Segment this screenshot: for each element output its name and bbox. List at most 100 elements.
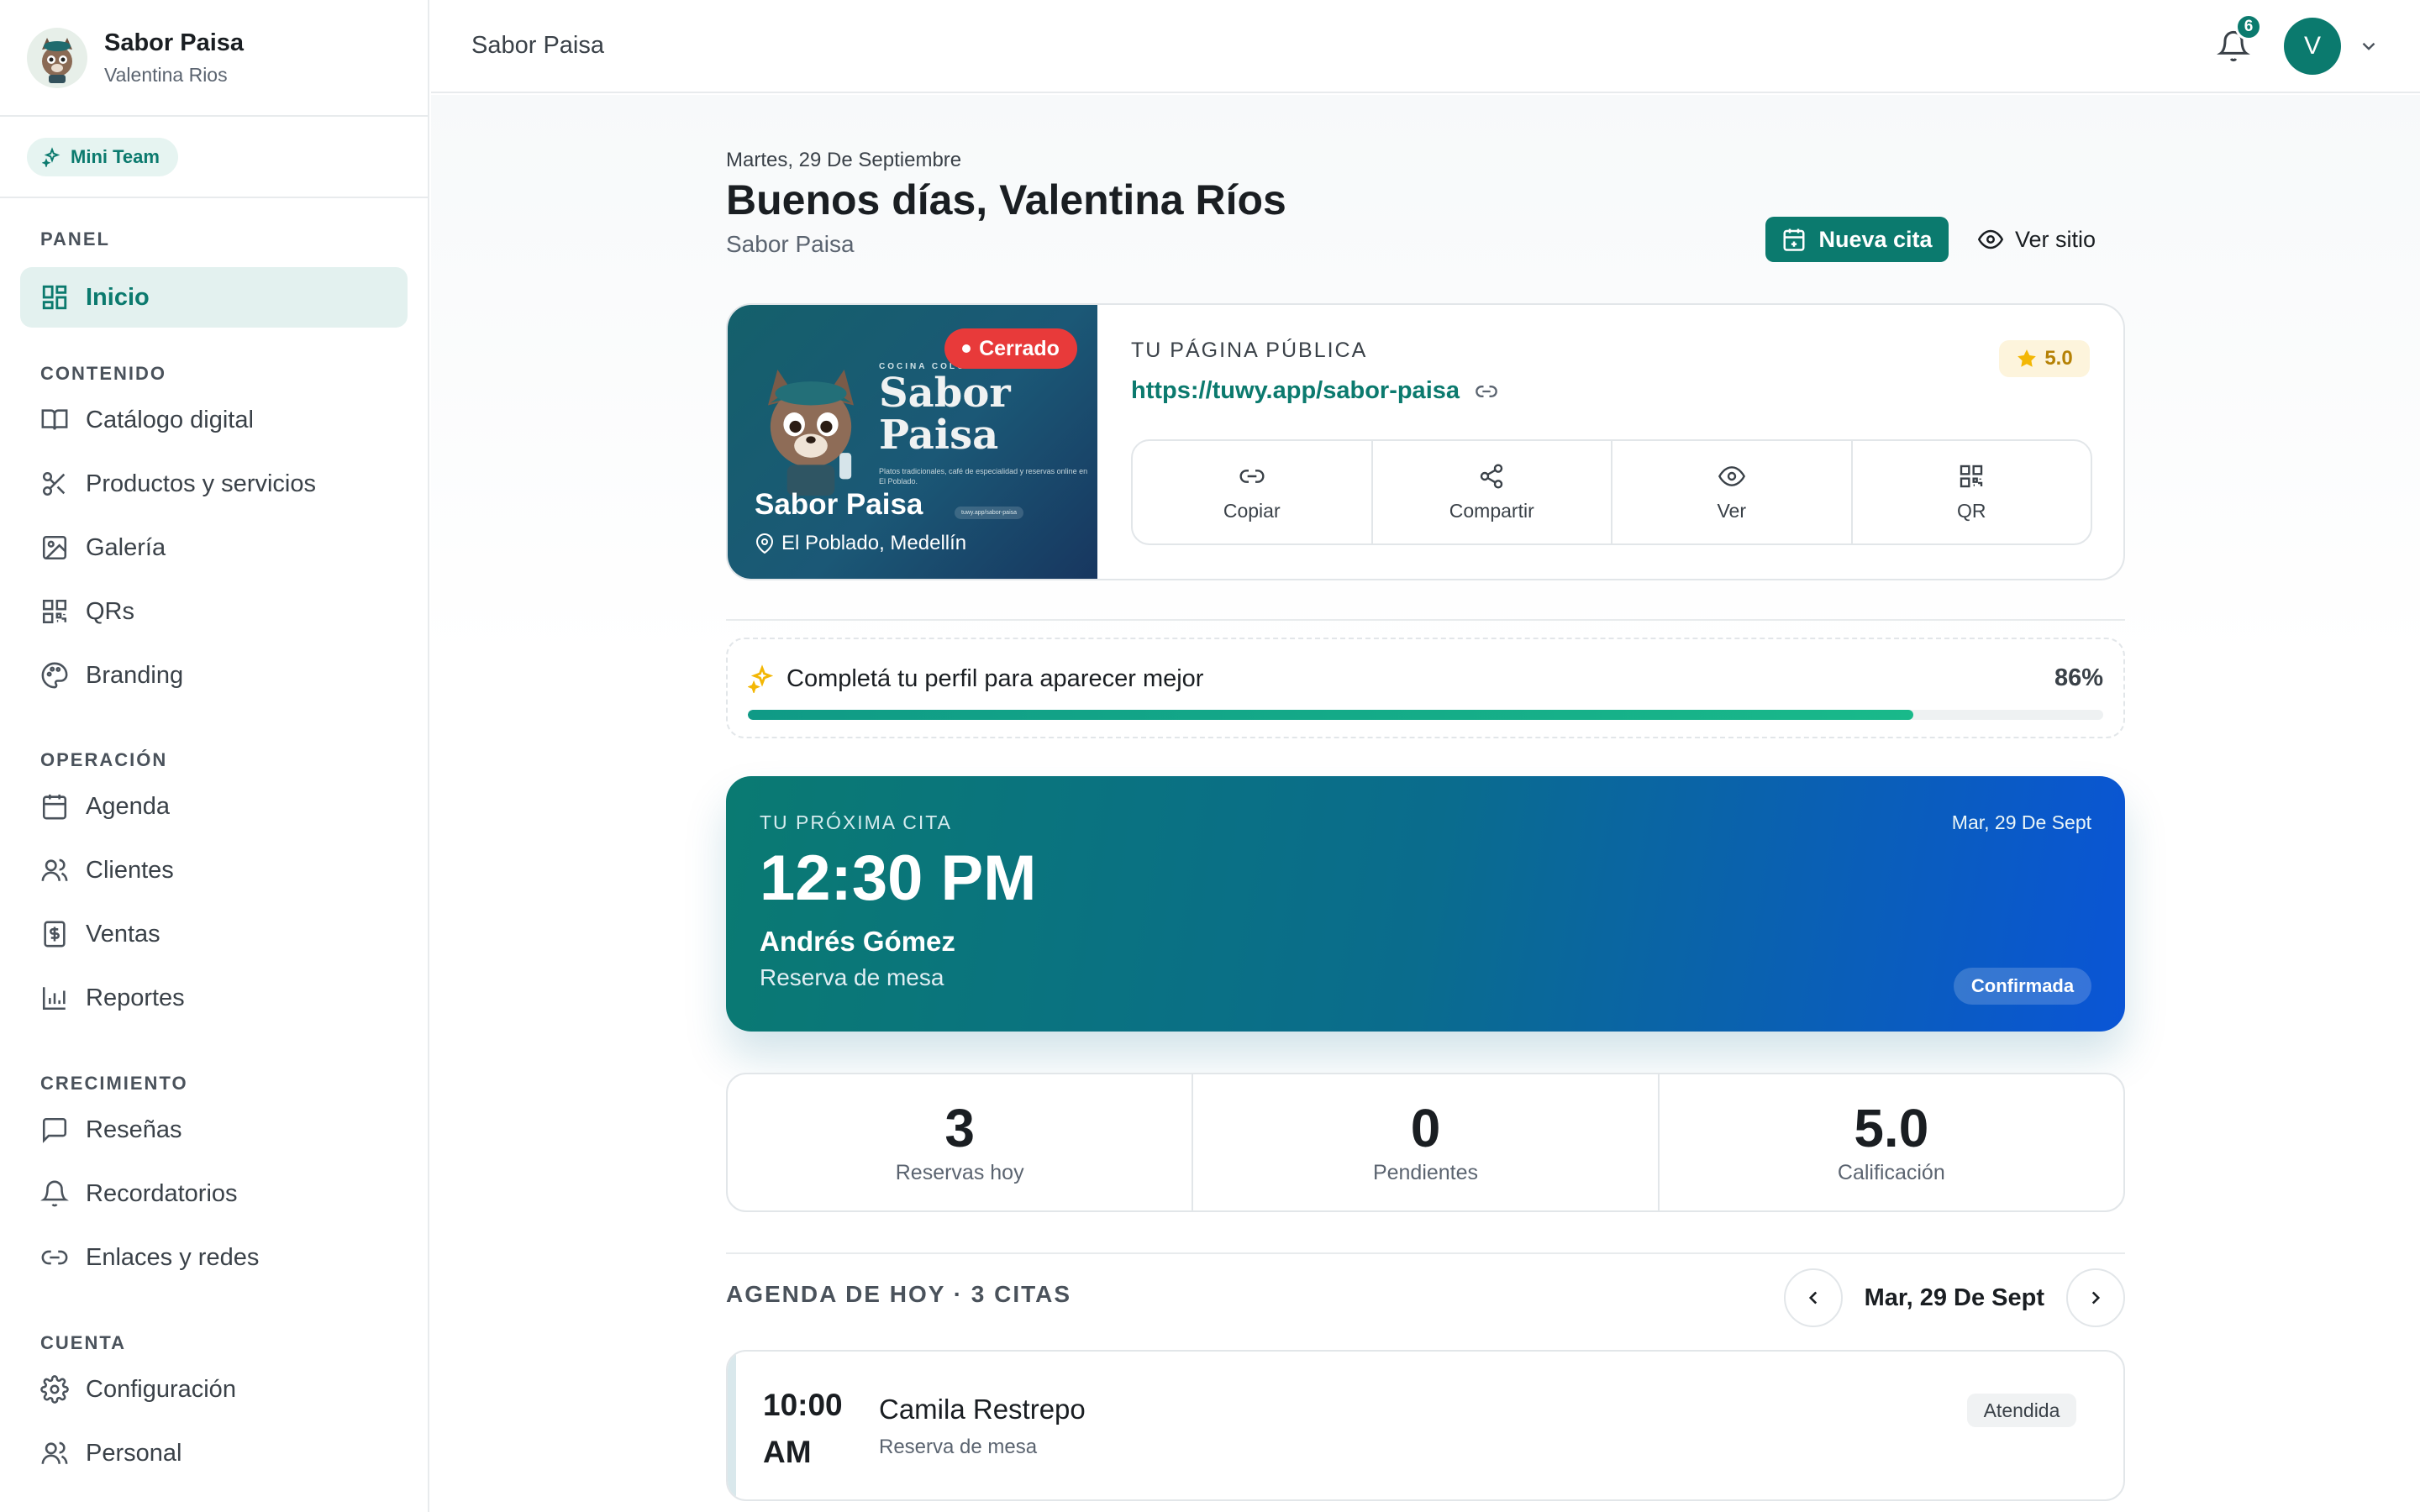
stat-pendientes: 0 Pendientes bbox=[1193, 1074, 1660, 1210]
sidebar-item-personal[interactable]: Personal bbox=[20, 1423, 408, 1483]
action-label: Copiar bbox=[1223, 499, 1281, 522]
image-icon bbox=[42, 535, 67, 560]
new-appointment-label: Nueva cita bbox=[1818, 226, 1933, 252]
appointment-item[interactable]: 10:00 AM Camila Restrepo Reserva de mesa… bbox=[726, 1350, 2125, 1501]
next-day-button[interactable] bbox=[2066, 1268, 2125, 1327]
agenda-heading: AGENDA DE HOY · 3 CITAS bbox=[726, 1281, 1072, 1307]
page-title: Sabor Paisa bbox=[471, 32, 604, 59]
brand-header[interactable]: Sabor Paisa Valentina Rios bbox=[0, 0, 428, 117]
agenda-date: Mar, 29 De Sept bbox=[1864, 1284, 2044, 1311]
profile-progress-percent: 86% bbox=[2054, 664, 2103, 691]
prev-day-button[interactable] bbox=[1783, 1268, 1843, 1327]
calendar-plus-icon bbox=[1783, 228, 1805, 251]
next-appointment-status-badge: Confirmada bbox=[1954, 968, 2091, 1005]
sidebar-item-label: Enlaces y redes bbox=[86, 1243, 260, 1271]
view-button[interactable]: Ver bbox=[1612, 441, 1853, 543]
appointment-time: 10:00 AM bbox=[763, 1388, 843, 1469]
profile-progress-fill bbox=[748, 710, 1914, 720]
sidebar-item-label: QRs bbox=[86, 597, 134, 625]
stats-summary: 3 Reservas hoy 0 Pendientes 5.0 Califica… bbox=[726, 1073, 2125, 1212]
user-avatar[interactable]: V bbox=[2284, 18, 2341, 75]
sidebar-item-ventas[interactable]: Ventas bbox=[20, 904, 408, 964]
qr-button[interactable]: QR bbox=[1853, 441, 2091, 543]
chevron-down-icon[interactable] bbox=[2358, 35, 2380, 57]
chevron-left-icon bbox=[1808, 1291, 1817, 1305]
appointment-status-bar bbox=[728, 1352, 736, 1499]
topbar: Sabor Paisa 6 V bbox=[431, 0, 2420, 93]
sidebar-item-enlaces[interactable]: Enlaces y redes bbox=[20, 1227, 408, 1288]
public-url-link[interactable]: https://tuwy.app/sabor-paisa bbox=[1131, 377, 1460, 405]
nav-section-panel: PANEL bbox=[40, 228, 110, 249]
scissors-icon bbox=[42, 471, 66, 496]
next-appointment-card[interactable]: TU PRÓXIMA CITA Mar, 29 De Sept 12:30 PM… bbox=[726, 776, 2125, 1032]
stat-calificacion: 5.0 Calificación bbox=[1660, 1074, 2123, 1210]
sidebar-item-inicio[interactable]: Inicio bbox=[20, 267, 408, 328]
sidebar-item-label: Recordatorios bbox=[86, 1179, 238, 1207]
notifications-button[interactable]: 6 bbox=[2210, 13, 2262, 76]
cover-location: El Poblado, Medellín bbox=[755, 532, 966, 555]
rating-value: 5.0 bbox=[2044, 347, 2073, 370]
new-appointment-button[interactable]: Nueva cita bbox=[1765, 217, 1949, 262]
sidebar: Sabor Paisa Valentina Rios Mini Team PAN… bbox=[0, 0, 429, 1512]
action-label: Compartir bbox=[1449, 499, 1534, 522]
nav-section-operacion: OPERACIÓN bbox=[40, 749, 168, 770]
link-icon[interactable] bbox=[1475, 380, 1498, 403]
gear-icon bbox=[40, 1375, 69, 1404]
nav-section-crecimiento: CRECIMIENTO bbox=[40, 1073, 188, 1094]
sidebar-item-label: Clientes bbox=[86, 856, 174, 884]
sidebar-item-resenas[interactable]: Reseñas bbox=[20, 1100, 408, 1160]
map-pin-icon bbox=[755, 533, 774, 554]
sidebar-item-label: Agenda bbox=[86, 792, 170, 820]
location-text: El Poblado, Medellín bbox=[781, 532, 967, 554]
nav-section-contenido: CONTENIDO bbox=[40, 363, 166, 384]
link-icon bbox=[41, 1250, 68, 1265]
section-divider bbox=[726, 1252, 2125, 1254]
stat-value: 5.0 bbox=[1854, 1097, 1929, 1158]
sidebar-item-clientes[interactable]: Clientes bbox=[20, 840, 408, 900]
next-appointment-client: Andrés Gómez bbox=[760, 926, 955, 957]
status-dot bbox=[962, 344, 971, 353]
appointment-service: Reserva de mesa bbox=[879, 1436, 1038, 1458]
sidebar-item-label: Configuración bbox=[86, 1375, 236, 1403]
appointment-client: Camila Restrepo bbox=[879, 1394, 1086, 1425]
sidebar-item-recordatorios[interactable]: Recordatorios bbox=[20, 1163, 408, 1224]
dollar-icon bbox=[44, 921, 66, 948]
next-appointment-time: 12:30 PM bbox=[760, 843, 1037, 914]
stat-label: Pendientes bbox=[1372, 1160, 1479, 1184]
sidebar-item-galeria[interactable]: Galería bbox=[20, 517, 408, 578]
bar-chart-icon bbox=[42, 987, 66, 1011]
sidebar-item-configuracion[interactable]: Configuración bbox=[20, 1359, 408, 1420]
team-pill[interactable]: Mini Team bbox=[27, 137, 178, 176]
sidebar-item-productos[interactable]: Productos y servicios bbox=[20, 454, 408, 514]
qr-icon bbox=[1960, 465, 1983, 487]
sidebar-item-agenda[interactable]: Agenda bbox=[20, 776, 408, 837]
view-site-button[interactable]: Ver sitio bbox=[1978, 217, 2121, 262]
view-site-label: Ver sitio bbox=[2015, 226, 2096, 252]
sidebar-item-reportes[interactable]: Reportes bbox=[20, 968, 408, 1028]
section-divider bbox=[726, 619, 2125, 621]
public-page-url[interactable]: https://tuwy.app/sabor-paisa bbox=[1131, 377, 1498, 405]
stat-value: 3 bbox=[944, 1097, 975, 1158]
brand-name: Sabor Paisa bbox=[104, 29, 245, 56]
appointment-status-badge: Atendida bbox=[1967, 1394, 2076, 1427]
cover-description: Platos tradicionales, café de especialid… bbox=[879, 467, 1088, 486]
palette-icon bbox=[41, 662, 68, 689]
bell-icon bbox=[40, 1180, 69, 1207]
sidebar-item-branding[interactable]: Branding bbox=[20, 645, 408, 706]
profile-progress-card[interactable]: Completá tu perfil para aparecer mejor 8… bbox=[726, 638, 2125, 738]
share-button[interactable]: Compartir bbox=[1373, 441, 1612, 543]
chevron-right-icon bbox=[2091, 1291, 2101, 1305]
copy-link-button[interactable]: Copiar bbox=[1133, 441, 1373, 543]
share-icon bbox=[1481, 463, 1503, 489]
cover-business-name: Sabor Paisa bbox=[755, 488, 923, 521]
eye-icon bbox=[1978, 229, 2003, 249]
main-content: Martes, 29 De Septiembre Buenos días, Va… bbox=[431, 95, 2420, 1512]
cover-image[interactable]: COCINA COLO Sabor Paisa Platos tradicion… bbox=[728, 305, 1097, 579]
sidebar-item-label: Galería bbox=[86, 533, 166, 561]
sidebar-item-qrs[interactable]: QRs bbox=[20, 581, 408, 642]
users-icon bbox=[41, 1441, 68, 1464]
sidebar-item-catalogo[interactable]: Catálogo digital bbox=[20, 390, 408, 450]
sidebar-item-label: Ventas bbox=[86, 920, 160, 948]
current-date: Martes, 29 De Septiembre bbox=[726, 149, 962, 171]
sidebar-item-label: Inicio bbox=[86, 283, 150, 311]
